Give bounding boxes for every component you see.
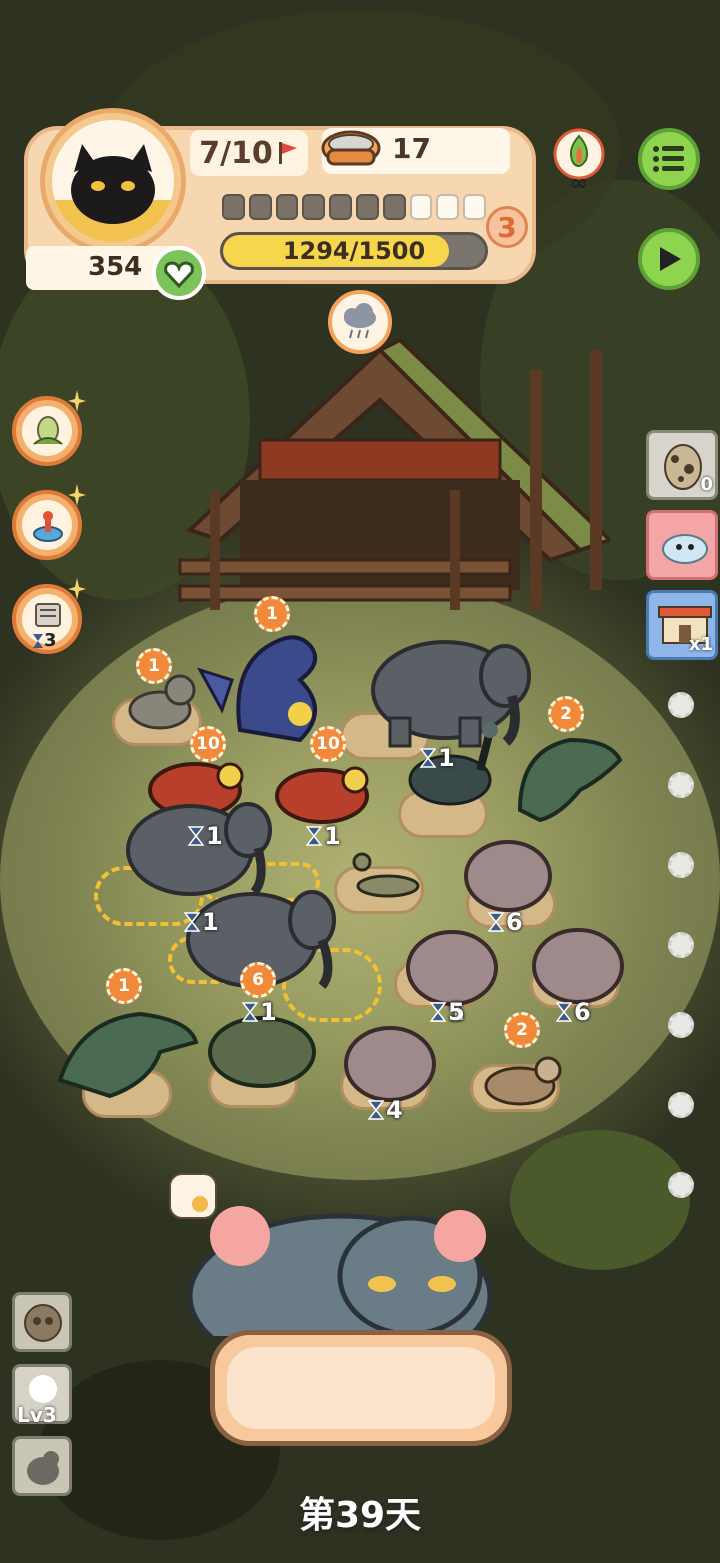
raccoon[interactable] <box>484 1056 562 1106</box>
play-button[interactable] <box>638 228 700 290</box>
timer-label: 1 <box>306 822 341 850</box>
timer-label: 1 <box>184 908 219 936</box>
level-indicator: 7/10 <box>190 130 308 176</box>
hourglass-icon <box>430 1002 446 1022</box>
timer-label: 6 <box>488 908 523 936</box>
elephant[interactable] <box>371 640 531 748</box>
timer-label: 1 <box>420 744 455 772</box>
stage-pip <box>222 194 245 220</box>
gecko[interactable] <box>352 852 420 898</box>
empty-slot-dot[interactable] <box>668 932 694 958</box>
crocodile[interactable] <box>517 737 623 823</box>
seed-pod-icon <box>33 416 63 445</box>
heart-button[interactable] <box>152 246 206 300</box>
empty-slot-dot[interactable] <box>668 1092 694 1118</box>
hourglass-icon <box>184 912 200 932</box>
cloud-creature-icon <box>662 534 708 564</box>
cloud-level-icon <box>29 1375 57 1403</box>
reward-coin[interactable]: 1 <box>254 596 290 632</box>
hourglass-icon <box>368 1100 384 1120</box>
egg-count: 0 <box>700 474 713 495</box>
reward-coin[interactable]: 1 <box>136 648 172 684</box>
reward-coin[interactable]: 2 <box>504 1012 540 1048</box>
skull-button[interactable] <box>12 1292 72 1352</box>
mascot-creature[interactable] <box>160 1166 520 1336</box>
rain-cloud-icon <box>344 303 376 339</box>
plunger-button[interactable] <box>12 484 86 560</box>
day-counter: 第39天 <box>298 1495 422 1536</box>
timer-label: 5 <box>430 998 465 1026</box>
hourglass-icon <box>488 912 504 932</box>
play-icon <box>660 247 681 271</box>
food-count: 17 <box>392 132 431 165</box>
empty-slot-dot[interactable] <box>668 692 694 718</box>
reward-coin[interactable]: 2 <box>548 696 584 732</box>
baby-elephant[interactable] <box>464 840 552 912</box>
timer-label: 4 <box>368 1096 403 1124</box>
hourglass-icon <box>188 826 204 846</box>
plunger-icon <box>33 511 63 542</box>
stage-pip <box>275 194 299 220</box>
hourglass-icon <box>556 1002 572 1022</box>
timer-label: 6 <box>556 998 591 1026</box>
hourglass-icon <box>420 748 436 768</box>
heart-count: 354 <box>88 252 143 282</box>
reward-coin[interactable]: 10 <box>310 726 346 762</box>
empty-slot-dot[interactable] <box>668 772 694 798</box>
reward-coin[interactable]: 1 <box>106 968 142 1004</box>
creature-silhouette-icon <box>27 1451 59 1485</box>
stage-pip <box>248 194 272 220</box>
hourglass-icon <box>306 826 322 846</box>
avatar[interactable] <box>52 120 174 242</box>
stage-pip <box>463 194 486 220</box>
hut <box>178 337 610 610</box>
timer-label: 1 <box>188 822 223 850</box>
animal-board <box>57 635 624 1106</box>
stage-badge: 3 <box>486 206 528 248</box>
menu-icon <box>653 146 684 172</box>
cloud-item[interactable] <box>646 510 718 580</box>
flag-icon <box>278 142 297 164</box>
egg-item[interactable]: 0 <box>646 430 718 500</box>
timer-label: 1 <box>242 998 277 1026</box>
dragon[interactable] <box>196 635 317 743</box>
stage-progress-pips <box>222 194 486 222</box>
reward-coin[interactable]: 6 <box>240 962 276 998</box>
infinity-symbol: ∞ <box>570 171 588 192</box>
level-label: Lv3 <box>17 1403 57 1427</box>
crocodile[interactable] <box>57 1011 199 1099</box>
action-panel[interactable] <box>210 1330 512 1446</box>
stage-pip <box>355 194 379 220</box>
baby-elephant[interactable] <box>344 1026 436 1102</box>
xp-text: 1294/1500 <box>282 237 426 265</box>
level-text: 7/10 <box>199 135 273 171</box>
reward-coin[interactable]: 10 <box>190 726 226 762</box>
stage-pip <box>329 194 352 220</box>
weather-button[interactable] <box>328 290 392 354</box>
game-scene: 7/10 17 3 1294/1500 354 ∞ 3 0 x1 1 1 1 1… <box>0 0 720 1563</box>
stage-pip <box>409 194 433 220</box>
shop-item[interactable]: x1 <box>646 590 718 660</box>
stage-pip <box>382 194 406 220</box>
stage-pip <box>302 194 326 220</box>
empty-slot-dot[interactable] <box>668 1012 694 1038</box>
baby-elephant[interactable] <box>532 928 624 1004</box>
xp-bar: 1294/1500 <box>220 232 488 270</box>
empty-slot-dot[interactable] <box>668 852 694 878</box>
seed-pod-button[interactable] <box>12 390 86 466</box>
food-bowl-icon <box>321 130 381 166</box>
frog[interactable] <box>208 1016 316 1088</box>
baby-elephant[interactable] <box>406 930 498 1006</box>
empty-slot-dot[interactable] <box>668 1172 694 1198</box>
heart-icon <box>164 261 194 289</box>
shop-multiplier: x1 <box>688 634 713 655</box>
skull-icon <box>24 1304 62 1342</box>
menu-button[interactable] <box>638 128 700 190</box>
stage-pip <box>436 194 460 220</box>
campfire-infinity-icon[interactable]: ∞ <box>548 126 610 196</box>
meerkat[interactable] <box>128 674 196 730</box>
level-button[interactable]: Lv3 <box>12 1364 72 1427</box>
chameleon[interactable] <box>275 766 369 824</box>
hourglass-icon <box>242 1002 258 1022</box>
